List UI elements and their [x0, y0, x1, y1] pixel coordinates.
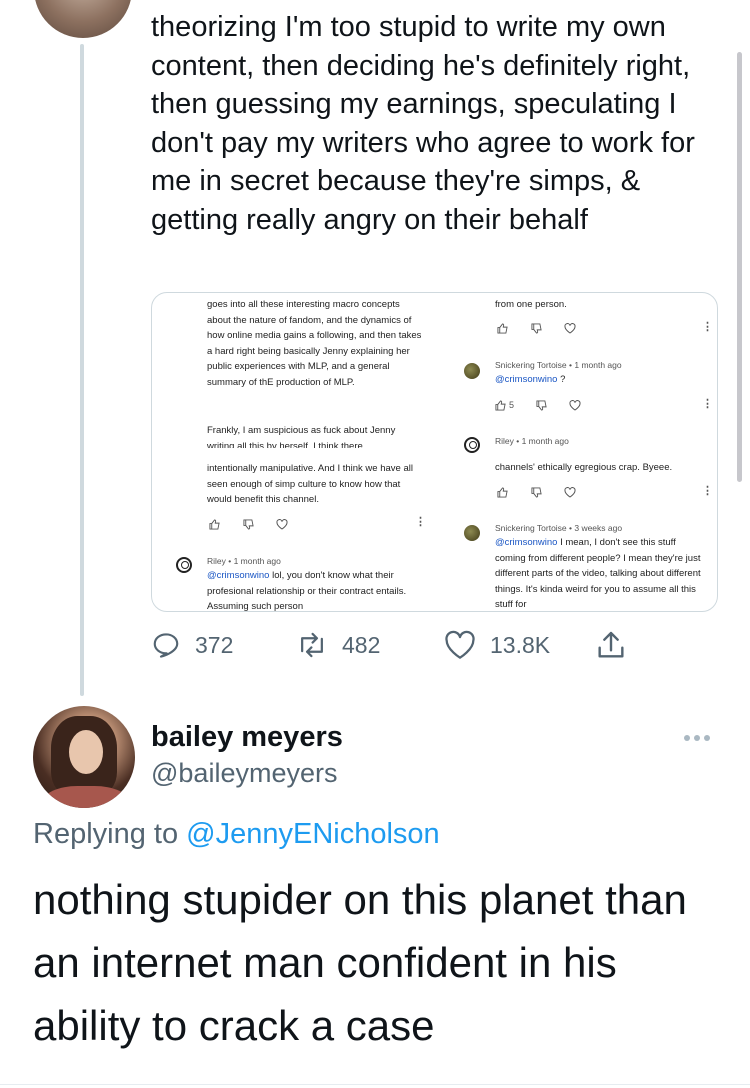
- divider: [0, 1084, 750, 1085]
- tweet-actions: 372 482 13.8K: [151, 622, 671, 668]
- comment-text: Frankly, I am suspicious as fuck about J…: [207, 425, 396, 448]
- more-icon[interactable]: ⋮: [702, 397, 713, 410]
- heart-icon[interactable]: [275, 517, 289, 531]
- avatar[interactable]: [33, 706, 135, 808]
- display-name[interactable]: bailey meyers: [151, 721, 343, 754]
- thumbs-up-icon[interactable]: [495, 321, 509, 335]
- mention-link[interactable]: @crimsonwino: [495, 537, 557, 548]
- comment-text: @crimsonwino lol, you don't know what th…: [207, 570, 407, 612]
- reply-button[interactable]: 372: [151, 622, 233, 668]
- like-count: 5: [509, 400, 515, 410]
- comment-actions: 5: [495, 398, 582, 412]
- share-button[interactable]: [595, 622, 627, 668]
- tweet-text: theorizing I'm too stupid to write my ow…: [151, 11, 695, 236]
- tweet-text: nothing stupider on this planet than an …: [33, 876, 687, 1049]
- retweet-button[interactable]: 482: [296, 622, 380, 668]
- comment-actions: [495, 321, 577, 335]
- comment-meta: Riley • 1 month ago: [495, 436, 569, 446]
- thumbs-down-icon[interactable]: [529, 485, 543, 499]
- retweet-icon: [296, 630, 328, 660]
- more-icon[interactable]: ⋮: [415, 515, 426, 528]
- comment-text: from one person.: [495, 299, 567, 310]
- heart-icon[interactable]: [563, 485, 577, 499]
- heart-icon[interactable]: [563, 321, 577, 335]
- comment-text: @crimsonwino ?: [495, 374, 566, 385]
- retweet-count: 482: [342, 631, 381, 658]
- reply-count: 372: [195, 631, 234, 658]
- more-icon[interactable]: ⋮: [702, 320, 713, 333]
- thumbs-up-icon[interactable]: [495, 485, 509, 499]
- replying-label: Replying to: [33, 818, 187, 850]
- thumbs-up-icon[interactable]: 5: [495, 398, 514, 412]
- thumbs-up-icon[interactable]: [207, 517, 221, 531]
- share-icon: [595, 629, 627, 661]
- thread-line: [80, 44, 84, 696]
- like-count: 13.8K: [490, 631, 551, 658]
- user-handle[interactable]: @baileymeyers: [151, 758, 337, 789]
- more-options-icon[interactable]: [684, 728, 714, 748]
- avatar: [464, 525, 480, 541]
- thumbs-down-icon[interactable]: [529, 321, 543, 335]
- mention-link[interactable]: @crimsonwino: [495, 374, 557, 385]
- mention-link[interactable]: @JennyENicholson: [186, 818, 440, 850]
- more-icon[interactable]: ⋮: [702, 484, 713, 497]
- thumbs-down-icon[interactable]: [241, 517, 255, 531]
- heart-icon[interactable]: [568, 398, 582, 412]
- comment-text: goes into all these interesting macro co…: [207, 299, 422, 388]
- avatar: [176, 557, 192, 573]
- scrollbar[interactable]: [737, 52, 742, 482]
- comment-meta: Snickering Tortoise • 1 month ago: [495, 360, 622, 370]
- comment-actions: [207, 517, 289, 531]
- thumbs-down-icon[interactable]: [534, 398, 548, 412]
- comment-text: channels' ethically egregious crap. Byee…: [495, 462, 673, 473]
- avatar[interactable]: [34, 0, 132, 38]
- mention-link[interactable]: @crimsonwino: [207, 570, 269, 581]
- tweet-media-image[interactable]: goes into all these interesting macro co…: [151, 292, 718, 612]
- like-button[interactable]: 13.8K: [444, 622, 550, 668]
- comment-text: intentionally manipulative. And I think …: [207, 463, 413, 505]
- comment-meta: Riley • 1 month ago: [207, 556, 281, 566]
- reply-icon: [151, 630, 181, 660]
- comment-actions: [495, 485, 577, 499]
- comment-text: @crimsonwino I mean, I don't see this st…: [495, 537, 701, 610]
- heart-icon: [444, 630, 476, 660]
- avatar: [464, 437, 480, 453]
- replying-to: Replying to @JennyENicholson: [33, 818, 440, 851]
- avatar: [464, 363, 480, 379]
- comment-meta: Snickering Tortoise • 3 weeks ago: [495, 523, 623, 533]
